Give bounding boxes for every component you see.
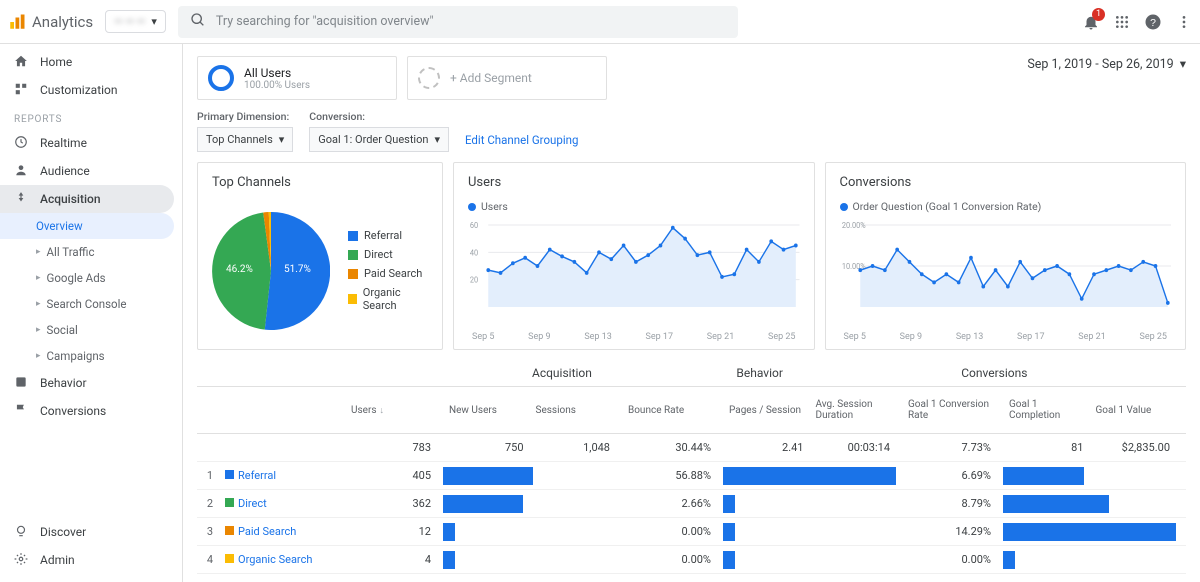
edit-channel-grouping-link[interactable]: Edit Channel Grouping bbox=[465, 133, 578, 152]
nav-discover[interactable]: Discover bbox=[0, 518, 182, 546]
flag-icon bbox=[14, 403, 28, 420]
notifications-button[interactable]: 1 bbox=[1082, 13, 1100, 31]
col-sessions[interactable]: Sessions bbox=[530, 399, 617, 422]
home-icon bbox=[14, 54, 28, 71]
totals-row: 783 7501,048 30.44% 2.4100:03:14 7.73% 8… bbox=[197, 434, 1186, 462]
nav-sub-social[interactable]: ▸Social bbox=[0, 317, 182, 343]
col-pps[interactable]: Pages / Session bbox=[723, 399, 810, 422]
nav-admin[interactable]: Admin bbox=[0, 546, 182, 574]
add-segment-button[interactable]: + Add Segment bbox=[407, 56, 607, 100]
conversions-line-chart[interactable]: 10.00%20.00% Sep 5Sep 9Sep 13Sep 17Sep 2… bbox=[840, 219, 1172, 342]
table-row[interactable]: 1 Referral 405 56.88% 6.69% bbox=[197, 462, 1186, 490]
group-conversions: Conversions bbox=[961, 360, 1186, 386]
primary-dimension-label: Primary Dimension: bbox=[197, 110, 293, 123]
segment-all-users[interactable]: All Users 100.00% Users bbox=[197, 56, 397, 100]
group-acquisition: Acquisition bbox=[532, 360, 736, 386]
nav-customization[interactable]: Customization bbox=[0, 76, 182, 104]
segment-circle-icon bbox=[208, 65, 234, 91]
search-icon bbox=[190, 12, 206, 31]
col-g1val[interactable]: Goal 1 Value bbox=[1090, 399, 1177, 422]
app-header: Analytics — — — ▾ Try searching for "acq… bbox=[0, 0, 1200, 44]
svg-text:20: 20 bbox=[470, 275, 478, 284]
col-g1rate[interactable]: Goal 1 Conversion Rate bbox=[902, 387, 997, 433]
apps-icon[interactable] bbox=[1114, 14, 1130, 30]
card-conversions: Conversions Order Question (Goal 1 Conve… bbox=[825, 162, 1187, 350]
search-input[interactable]: Try searching for "acquisition overview" bbox=[178, 6, 738, 38]
svg-text:40: 40 bbox=[470, 248, 478, 257]
card-top-channels: Top Channels 51.7% bbox=[197, 162, 443, 350]
svg-text:20.00%: 20.00% bbox=[841, 221, 865, 230]
content: All Users 100.00% Users + Add Segment Se… bbox=[183, 44, 1200, 582]
acquisition-icon bbox=[14, 191, 28, 208]
card-users: Users Users 204060 Sep 5Sep 9Sep 13Sep 1… bbox=[453, 162, 815, 350]
pie-chart[interactable]: 51.7% 46.2% bbox=[212, 212, 330, 330]
col-asd[interactable]: Avg. Session Duration bbox=[810, 393, 897, 427]
table-row[interactable]: 2 Direct 362 2.66% 8.79% bbox=[197, 490, 1186, 518]
chevron-right-icon: ▸ bbox=[36, 273, 41, 283]
nav-sub-overview[interactable]: Overview bbox=[0, 213, 174, 239]
nav-sub-campaigns[interactable]: ▸Campaigns bbox=[0, 343, 182, 369]
sort-desc-icon: ↓ bbox=[380, 405, 385, 416]
product-name: Analytics bbox=[32, 13, 93, 31]
users-line-chart[interactable]: 204060 Sep 5Sep 9Sep 13Sep 17Sep 21Sep 2… bbox=[468, 219, 800, 342]
nav-sub-search-console[interactable]: ▸Search Console bbox=[0, 291, 182, 317]
acquisition-table: Acquisition Behavior Conversions Users↓ … bbox=[197, 360, 1186, 582]
more-icon[interactable] bbox=[1176, 14, 1192, 30]
chevron-down-icon: ▾ bbox=[1180, 56, 1186, 72]
customization-icon bbox=[14, 82, 28, 99]
nav-audience[interactable]: Audience bbox=[0, 157, 182, 185]
chevron-right-icon: ▸ bbox=[36, 325, 41, 335]
sidebar: Home Customization REPORTS Realtime Audi… bbox=[0, 44, 183, 582]
chevron-down-icon: ▾ bbox=[434, 133, 440, 146]
nav-home[interactable]: Home bbox=[0, 48, 182, 76]
col-bounce[interactable]: Bounce Rate bbox=[622, 387, 717, 433]
notif-badge: 1 bbox=[1092, 8, 1105, 21]
account-name: — — — bbox=[114, 15, 145, 28]
help-icon[interactable]: ? bbox=[1144, 13, 1162, 31]
analytics-icon bbox=[8, 13, 26, 31]
table-row[interactable]: 3 Paid Search 12 0.00% 14.29% bbox=[197, 518, 1186, 546]
account-selector[interactable]: — — — ▾ bbox=[105, 10, 166, 33]
chevron-right-icon: ▸ bbox=[36, 351, 41, 361]
nav-conversions[interactable]: Conversions bbox=[0, 397, 182, 425]
pie-legend: ReferralDirectPaid SearchOrganic Search bbox=[348, 229, 428, 312]
date-range-selector[interactable]: Sep 1, 2019 - Sep 26, 2019 ▾ bbox=[1027, 56, 1186, 72]
col-users[interactable]: Users↓ bbox=[345, 387, 437, 433]
conversion-label: Conversion: bbox=[309, 110, 449, 123]
clock-icon bbox=[14, 135, 28, 152]
gear-icon bbox=[14, 552, 28, 569]
table-footer: To see all 4 Channels click here bbox=[197, 574, 1186, 582]
svg-text:?: ? bbox=[1150, 16, 1156, 28]
nav-sub-all-traffic[interactable]: ▸All Traffic bbox=[0, 239, 182, 265]
nav-sub-google-ads[interactable]: ▸Google Ads bbox=[0, 265, 182, 291]
col-g1comp[interactable]: Goal 1 Completion bbox=[1003, 393, 1090, 427]
nav-acquisition[interactable]: Acquisition bbox=[0, 185, 174, 213]
chevron-right-icon: ▸ bbox=[36, 247, 41, 257]
nav-behavior[interactable]: Behavior bbox=[0, 369, 182, 397]
behavior-icon bbox=[14, 375, 28, 392]
primary-dimension-select[interactable]: Top Channels▾ bbox=[197, 127, 293, 152]
reports-label: REPORTS bbox=[0, 104, 182, 129]
group-behavior: Behavior bbox=[736, 360, 961, 386]
nav-realtime[interactable]: Realtime bbox=[0, 129, 182, 157]
product-logo: Analytics bbox=[8, 13, 93, 31]
series-dot-icon bbox=[840, 203, 848, 211]
chevron-right-icon: ▸ bbox=[36, 299, 41, 309]
table-row[interactable]: 4 Organic Search 4 0.00% 0.00% bbox=[197, 546, 1186, 574]
person-icon bbox=[14, 163, 28, 180]
search-placeholder: Try searching for "acquisition overview" bbox=[216, 14, 434, 29]
svg-text:60: 60 bbox=[470, 221, 478, 230]
add-circle-icon bbox=[418, 67, 440, 89]
chevron-down-icon: ▾ bbox=[279, 133, 285, 146]
chevron-down-icon: ▾ bbox=[151, 15, 157, 28]
series-dot-icon bbox=[468, 203, 476, 211]
conversion-select[interactable]: Goal 1: Order Question▾ bbox=[309, 127, 449, 152]
col-new-users[interactable]: New Users bbox=[443, 399, 530, 422]
light-bulb-icon bbox=[14, 524, 28, 541]
